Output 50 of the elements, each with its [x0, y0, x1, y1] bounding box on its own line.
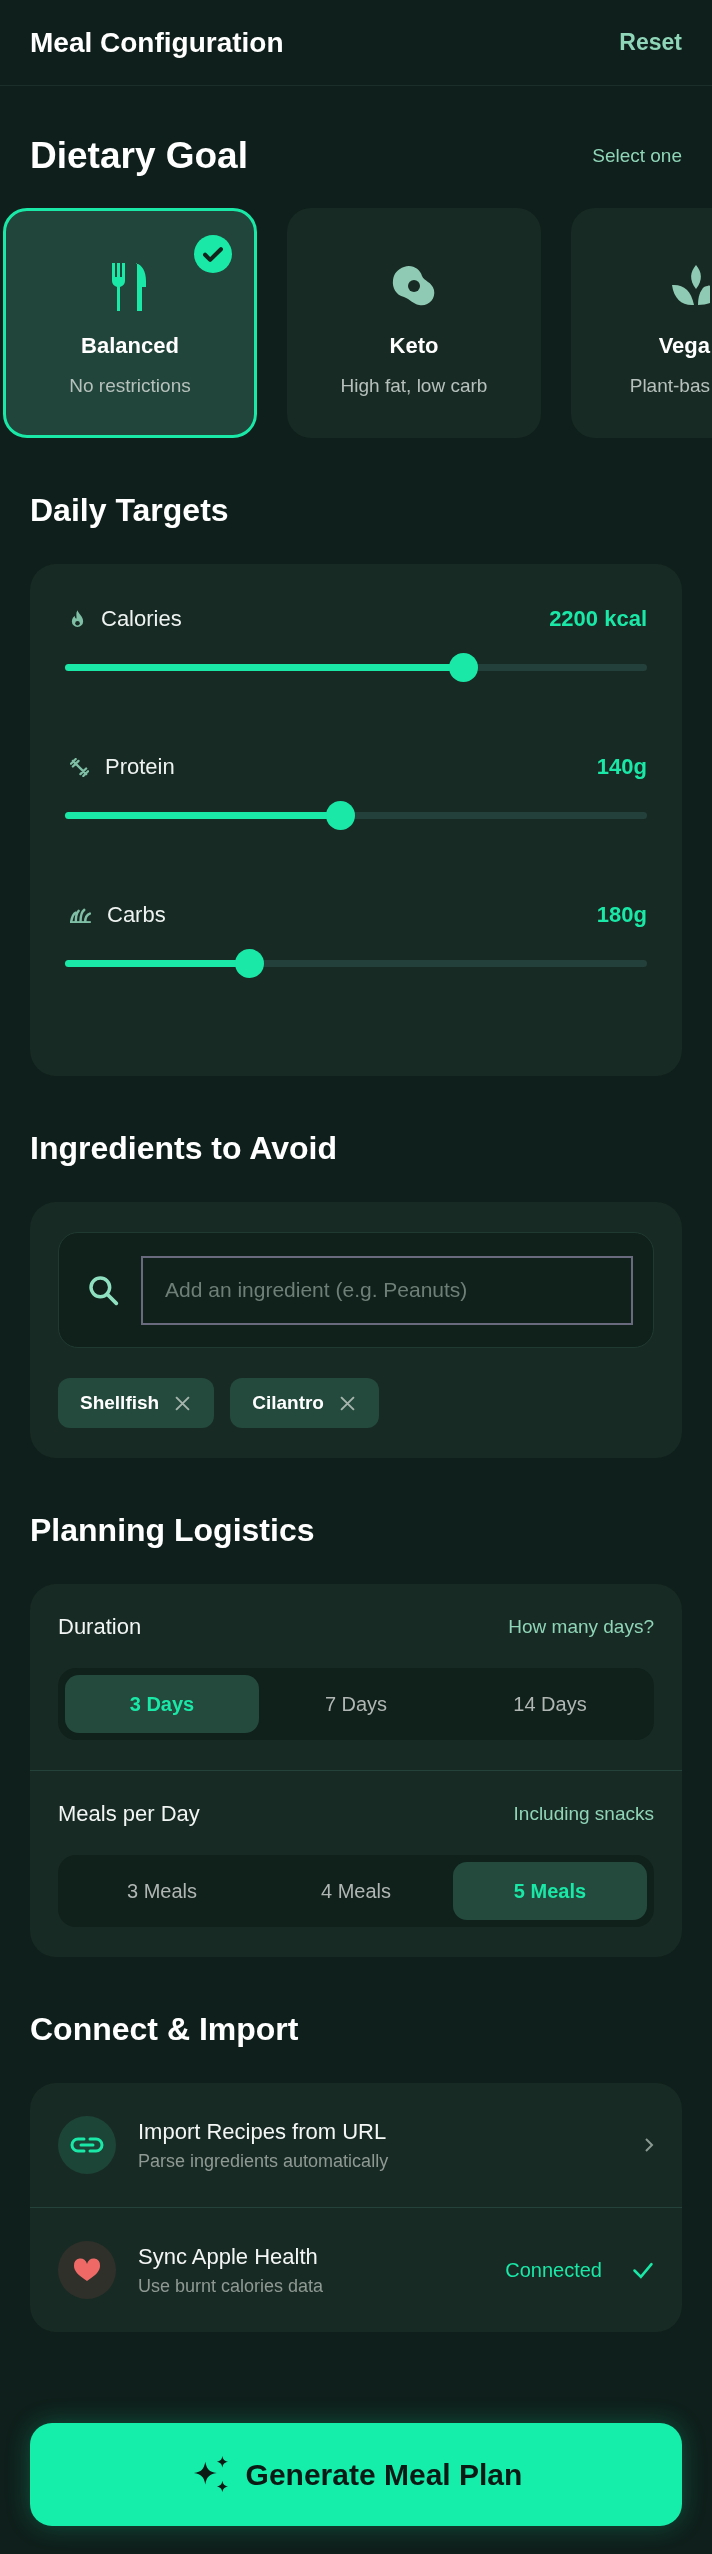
section-heading: Ingredients to Avoid: [30, 1129, 337, 1167]
slider-thumb[interactable]: [448, 653, 478, 682]
check-icon: [194, 235, 232, 273]
tag-label: Shellfish: [80, 1392, 160, 1414]
segment-option[interactable]: 14 Days: [453, 1675, 647, 1733]
section-heading: Daily Targets: [30, 491, 229, 529]
status-label: Connected: [505, 2258, 602, 2282]
flame-icon: [70, 609, 85, 629]
close-icon[interactable]: [175, 1395, 191, 1411]
target-value: 2200 kcal: [549, 606, 647, 632]
connect-title: Import Recipes from URL: [138, 2118, 388, 2145]
connect-title: Sync Apple Health: [138, 2243, 319, 2270]
goal-card[interactable]: Keto High fat, low carb: [287, 208, 541, 438]
option-label: Meals per Day: [58, 1801, 200, 1827]
goal-card[interactable]: Balanced No restrictions: [3, 208, 257, 438]
section-heading: Planning Logistics: [30, 1511, 315, 1549]
segment-option[interactable]: 3 Meals: [65, 1862, 259, 1920]
slider-thumb[interactable]: [234, 949, 264, 978]
ingredient-input[interactable]: Add an ingredient (e.g. Peanuts): [141, 1255, 633, 1325]
section-hint: Select one: [592, 145, 682, 167]
target-label: Calories: [101, 606, 182, 632]
generate-button[interactable]: Generate Meal Plan: [30, 2423, 682, 2526]
search-icon: [87, 1274, 119, 1306]
tag-label: Cilantro: [252, 1392, 324, 1414]
section-heading: Connect & Import: [30, 2010, 299, 2048]
connect-subtitle: Parse ingredients automatically: [138, 2150, 390, 2172]
section-heading: Dietary Goal: [30, 135, 248, 177]
check-icon: [632, 2261, 654, 2279]
wheat-icon: [70, 907, 91, 923]
option-hint: Including snacks: [513, 1803, 654, 1825]
goal-card[interactable]: Vega Plant-bas: [571, 208, 712, 438]
close-icon[interactable]: [339, 1395, 355, 1411]
connect-row[interactable]: Sync Apple Health Use burnt calories data Connected: [30, 2207, 682, 2332]
option-label: Duration: [58, 1614, 142, 1640]
target-label: Protein: [105, 754, 175, 780]
connect-subtitle: Use burnt calories data: [138, 2275, 325, 2297]
option-hint: How many days?: [508, 1616, 654, 1638]
connect-row[interactable]: Import Recipes from URL Parse ingredients automatically: [30, 2083, 682, 2207]
reset-button[interactable]: Reset: [619, 29, 682, 56]
segment-option[interactable]: 3 Days: [65, 1675, 259, 1733]
dumbbell-icon: [70, 757, 89, 777]
target-value: 180g: [596, 902, 647, 928]
screen-title: Meal Configuration: [30, 26, 284, 59]
target-label: Carbs: [107, 902, 166, 928]
link-icon: [58, 2116, 116, 2174]
segment-option[interactable]: 4 Meals: [259, 1862, 453, 1920]
segment-option[interactable]: 5 Meals: [453, 1862, 647, 1920]
segment-option[interactable]: 7 Days: [259, 1675, 453, 1733]
slider-thumb[interactable]: [326, 801, 356, 830]
target-value: 140g: [596, 754, 647, 780]
